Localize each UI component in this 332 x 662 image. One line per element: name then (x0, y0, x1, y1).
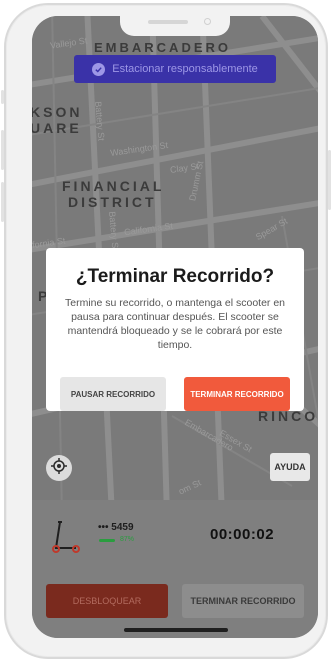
app-screen: EMBARCADERO KSON UARE FINANCIAL DISTRICT… (32, 16, 318, 638)
phone-side-button (1, 90, 4, 104)
battery-percent: 87% (120, 536, 135, 543)
trip-timer: 00:00:02 (210, 526, 275, 543)
pause-trip-button[interactable]: PAUSAR RECORRIDO (60, 377, 166, 411)
end-trip-dialog: ¿Terminar Recorrido? Termine su recorrid… (46, 248, 304, 411)
banner-text: Estacionar responsablemente (112, 63, 258, 75)
phone-power-button (328, 150, 331, 210)
crosshair-icon (51, 457, 67, 479)
dialog-actions: PAUSAR RECORRIDO TERMINAR RECORRIDO (60, 377, 290, 411)
confirm-end-trip-button[interactable]: TERMINAR RECORRIDO (184, 377, 290, 411)
scooter-id: ••• 5459 (98, 522, 134, 533)
map-label-uare: UARE (32, 120, 82, 136)
dialog-title: ¿Terminar Recorrido? (75, 266, 275, 287)
help-button[interactable]: AYUDA (270, 453, 310, 481)
map-label-district: DISTRICT (68, 194, 157, 210)
park-responsibly-banner: Estacionar responsablemente (74, 55, 276, 83)
scooter-icon (48, 518, 82, 559)
map-label-kson: KSON (32, 104, 83, 120)
phone-camera (204, 18, 211, 25)
locate-me-button[interactable] (46, 455, 72, 481)
trip-panel: ••• 5459 87% 00:00:02 DESBLOQUEAR TERMIN… (32, 500, 318, 638)
check-circle-icon (92, 62, 106, 76)
map-label-financial: FINANCIAL (62, 178, 165, 194)
unlock-button[interactable]: DESBLOQUEAR (46, 584, 168, 618)
phone-speaker (148, 20, 188, 24)
dialog-message: Termine su recorrido, o mantenga el scoo… (64, 297, 286, 351)
phone-notch (120, 16, 230, 36)
phone-volume-down (1, 182, 4, 222)
battery-level-bar (99, 539, 115, 542)
map-label-embarcadero: EMBARCADERO (94, 40, 231, 55)
end-trip-button[interactable]: TERMINAR RECORRIDO (182, 584, 304, 618)
phone-volume-up (1, 130, 4, 170)
home-indicator (124, 628, 228, 632)
